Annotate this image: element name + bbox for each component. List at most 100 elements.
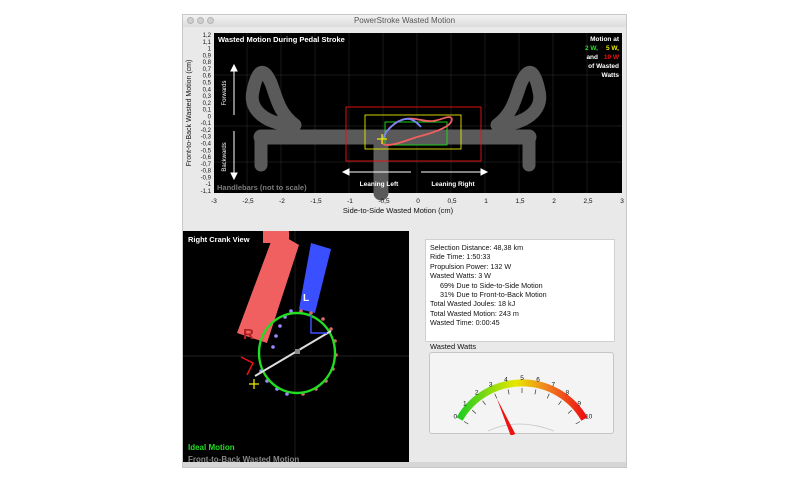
- gauge-label: Wasted Watts: [430, 342, 477, 351]
- stat-front-to-back: 31% Due to Front-to-Back Motion: [440, 290, 547, 300]
- forwards-label: Forwards: [222, 80, 228, 105]
- gauge-tick-mark: [507, 389, 510, 395]
- legend-line3: and 10 W: [586, 54, 619, 61]
- right-crank-view: Right Crank View L R Ideal Motion Front-…: [183, 231, 409, 467]
- gauge-tick-label: 9: [577, 400, 581, 407]
- gauge-tick-mark: [534, 389, 537, 395]
- x-axis-label: Side-to-Side Wasted Motion (cm): [343, 206, 454, 215]
- handlebars-label: Handlebars (not to scale): [217, 183, 307, 192]
- legend-2w: 2 W,: [585, 45, 598, 52]
- y-tick-label: -0,7: [201, 162, 212, 168]
- x-tick-label: -2,5: [242, 198, 254, 205]
- legend-5w: 5 W,: [606, 45, 619, 52]
- x-tick-label: 0,5: [447, 198, 456, 205]
- app-window: PowerStroke Wasted Motion Forwards Backw…: [182, 14, 627, 468]
- legend-line1: Motion at: [590, 36, 620, 43]
- x-tick-label: 3: [620, 198, 624, 205]
- gauge-tick-label: 6: [536, 377, 540, 384]
- y-tick-label: -0,6: [201, 155, 212, 161]
- x-tick-label: -1: [347, 198, 353, 205]
- crank-view-title: Right Crank View: [188, 235, 250, 244]
- stat-total-motion: Total Wasted Motion: 243 m: [430, 308, 519, 318]
- gauge-tick-label: 1: [463, 400, 467, 407]
- gauge-tick-mark: [567, 409, 573, 414]
- gauge-tick-label: 5: [520, 375, 524, 382]
- backwards-label: Backwards: [222, 142, 228, 171]
- x-tick-label: -0,5: [378, 198, 390, 205]
- window-title: PowerStroke Wasted Motion: [353, 16, 456, 25]
- gauge-tick-mark: [558, 400, 562, 406]
- wasted-watts-gauge: 0 1 2 3 4 5 6 7 8 9 10: [429, 352, 614, 436]
- gauge-tick-mark: [546, 393, 550, 399]
- legend-and: and: [586, 54, 598, 61]
- status-bar: [183, 462, 626, 467]
- gauge-needle: [496, 398, 516, 436]
- y-tick-label: 0,7: [203, 67, 212, 73]
- y-tick-label: -0,8: [201, 169, 212, 175]
- stat-side-to-side: 69% Due to Side-to-Side Motion: [440, 280, 543, 290]
- y-tick-label: 0,3: [203, 94, 212, 100]
- y-axis-label: Front-to-Back Wasted Motion (cm): [186, 60, 193, 167]
- stat-wasted-watts: Wasted Watts: 3 W: [430, 271, 491, 281]
- stats-panel: Selection Distance: 48,38 km Ride Time: …: [425, 239, 615, 342]
- y-tick-label: -0,9: [201, 175, 212, 181]
- wasted-motion-dots-red: [299, 309, 338, 396]
- crank-yellow-marker: [249, 379, 259, 389]
- y-tick-label: 0,9: [203, 53, 212, 59]
- x-tick-label: 2,5: [583, 198, 592, 205]
- y-tick-label: -0,3: [201, 135, 212, 141]
- gauge-tick-label: 4: [504, 377, 508, 384]
- gauge-tick-label: 3: [489, 382, 493, 389]
- y-tick-label: 0,8: [203, 60, 212, 66]
- y-tick-label: 0,5: [203, 80, 212, 86]
- stat-propulsion-power: Propulsion Power: 132 W: [430, 261, 512, 271]
- legend-10w: 10 W: [604, 54, 620, 61]
- right-pedal-marker: [240, 356, 255, 376]
- wasted-motion-plot: Forwards Backwards Leaning Left Leaning …: [183, 27, 626, 237]
- crank-view-svg: Right Crank View L R Ideal Motion Front-…: [183, 231, 409, 467]
- legend-line5: Watts: [602, 72, 620, 79]
- gauge-tick-mark: [471, 409, 477, 414]
- x-tick-label: -1,5: [310, 198, 322, 205]
- gauge-tick-mark: [482, 400, 486, 406]
- x-tick-label: 2: [552, 198, 556, 205]
- stat-total-joules: Total Wasted Joules: 18 kJ: [430, 299, 516, 309]
- crank-center: [295, 349, 300, 354]
- ideal-motion-label: Ideal Motion: [188, 443, 235, 452]
- y-tick-label: 0,1: [203, 108, 212, 114]
- x-tick-label: 1,5: [515, 198, 524, 205]
- y-tick-label: -0,5: [201, 148, 212, 154]
- gauge-tick-label: 2: [475, 390, 479, 397]
- gauge-tick-label: 8: [565, 390, 569, 397]
- left-arm-label: L: [303, 293, 309, 304]
- y-tick-label: -1,1: [201, 189, 212, 195]
- plot-area: [214, 33, 622, 193]
- y-tick-label: 1,1: [203, 40, 212, 46]
- gauge-tick-label: 10: [585, 414, 593, 421]
- plot-title: Wasted Motion During Pedal Stroke: [218, 35, 345, 44]
- y-tick-label: 0,4: [203, 87, 212, 93]
- gauge-tick-mark: [463, 421, 469, 425]
- y-tick-label: 0,2: [203, 101, 212, 107]
- legend-line4: of Wasted: [588, 63, 619, 70]
- y-tick-label: -0,1: [201, 121, 212, 127]
- gauge-svg: 01 2 3 4 5 6 7 8 9 10: [454, 375, 593, 436]
- gauge-tick-label: 0: [454, 414, 458, 421]
- x-tick-label: -3: [211, 198, 217, 205]
- x-tick-label: -2: [279, 198, 285, 205]
- x-tick-label: 0: [416, 198, 420, 205]
- x-tick-label: 1: [484, 198, 488, 205]
- gauge-tick-label: 7: [552, 382, 556, 389]
- y-tick-label: 0,6: [203, 74, 212, 80]
- right-arm-label: R: [243, 326, 254, 343]
- y-tick-label: -0,4: [201, 142, 212, 148]
- y-tick-label: 1,2: [203, 33, 212, 39]
- leaning-left-label: Leaning Left: [360, 181, 399, 188]
- gauge-tick-mark: [494, 393, 498, 399]
- stat-ride-time: Ride Time: 1:50:33: [430, 252, 491, 262]
- gauge-tick-mark: [575, 421, 581, 425]
- stat-wasted-time: Wasted Time: 0:00:45: [430, 318, 500, 328]
- leaning-right-label: Leaning Right: [431, 181, 475, 188]
- stat-selection-distance: Selection Distance: 48,38 km: [430, 243, 524, 252]
- y-tick-label: -0,2: [201, 128, 212, 134]
